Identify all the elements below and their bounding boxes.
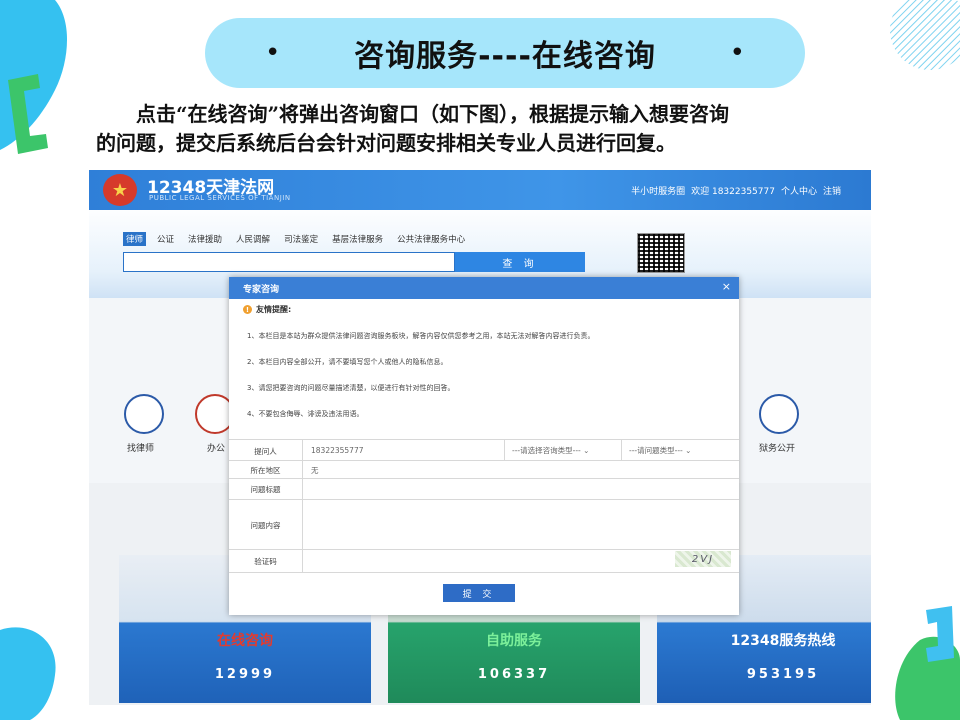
tip-4: 4、不要包含侮辱、诽谤及违法用语。 bbox=[247, 410, 364, 418]
slide-title-pill: • 咨询服务----在线咨询 • bbox=[205, 18, 805, 88]
header-link-logout[interactable]: 注销 bbox=[823, 184, 841, 197]
asker-field[interactable]: 18322355777 bbox=[311, 446, 364, 455]
tab-legal-aid[interactable]: 法律援助 bbox=[185, 232, 225, 246]
card-count: 106337 bbox=[477, 667, 551, 682]
tip-3: 3、请您把要咨询的问题尽量描述清楚，以便进行有针对性的回答。 bbox=[247, 384, 455, 392]
modal-header: 专家咨询 × bbox=[229, 277, 739, 299]
region-field[interactable]: 无 bbox=[311, 465, 319, 476]
search-tabs: 律师 公证 法律援助 人民调解 司法鉴定 基层法律服务 公共法律服务中心 bbox=[123, 232, 468, 246]
card-title: 在线咨询 bbox=[217, 633, 273, 649]
tip-2: 2、本栏目内容全部公开，请不要填写您个人或他人的隐私信息。 bbox=[247, 358, 448, 366]
tab-lawyer[interactable]: 律师 bbox=[123, 232, 147, 246]
card-title: 自助服务 bbox=[486, 633, 542, 649]
intro-text: 点击“在线咨询”将弹出咨询窗口（如下图），根据提示输入想要咨询 的问题，提交后系… bbox=[96, 100, 876, 158]
chevron-down-icon: ⌄ bbox=[583, 446, 590, 455]
content-label: 问题内容 bbox=[250, 521, 281, 530]
consult-type-select[interactable]: ---请选择咨询类型--- ⌄ bbox=[512, 445, 589, 456]
title-bullet-left: • bbox=[265, 38, 281, 68]
slide-title: 咨询服务----在线咨询 bbox=[354, 39, 656, 74]
submit-button[interactable]: 提 交 bbox=[443, 584, 515, 602]
tab-grassroots[interactable]: 基层法律服务 bbox=[329, 232, 386, 246]
search-button[interactable]: 查 询 bbox=[455, 252, 585, 272]
tab-mediation[interactable]: 人民调解 bbox=[233, 232, 273, 246]
question-type-value: ---请问题类型--- bbox=[629, 446, 683, 455]
header-link-welcome: 欢迎 18322355777 bbox=[691, 187, 775, 197]
asker-label: 提问人 bbox=[254, 447, 277, 456]
title-bullet-right: • bbox=[729, 38, 745, 68]
form-row-region: 所在地区 无 bbox=[229, 460, 739, 479]
consult-modal: 专家咨询 × ! 友情提醒: 1、本栏目是本站为群众提供法律问题咨询服务板块，解… bbox=[229, 277, 739, 615]
modal-title: 专家咨询 bbox=[243, 285, 280, 295]
consult-type-value: ---请选择咨询类型--- bbox=[512, 446, 581, 455]
subject-label: 问题标题 bbox=[250, 485, 281, 494]
tab-service-center[interactable]: 公共法律服务中心 bbox=[394, 232, 468, 246]
card-count: 12999 bbox=[214, 667, 276, 682]
tab-forensic[interactable]: 司法鉴定 bbox=[281, 232, 321, 246]
content-textarea[interactable] bbox=[303, 500, 739, 550]
chevron-down-icon: ⌄ bbox=[685, 446, 692, 455]
close-icon[interactable]: × bbox=[722, 280, 731, 293]
warning-icon: ! bbox=[243, 305, 252, 314]
intro-line-1: 点击“在线咨询”将弹出咨询窗口（如下图），根据提示输入想要咨询 bbox=[136, 102, 730, 126]
prison-affairs-icon[interactable] bbox=[759, 394, 799, 434]
decor-bottom-left bbox=[0, 627, 56, 720]
decor-bottom-right bbox=[895, 606, 960, 720]
header-links: 半小时服务圈 欢迎 18322355777 个人中心 注销 bbox=[631, 184, 841, 197]
search-input[interactable] bbox=[123, 252, 455, 272]
card-count: 953195 bbox=[746, 667, 820, 682]
subject-input[interactable] bbox=[303, 479, 739, 500]
form-row-content: 问题内容 bbox=[229, 499, 739, 550]
decor-bracket-left bbox=[8, 74, 48, 154]
header-link-service-circle[interactable]: 半小时服务圈 bbox=[631, 184, 685, 197]
form-row-captcha: 验证码 bbox=[229, 549, 739, 573]
site-header: ★ 12348天津法网 PUBLIC LEGAL SERVICES OF TIA… bbox=[89, 170, 871, 210]
qr-code-icon bbox=[637, 233, 685, 273]
tip-1: 1、本栏目是本站为群众提供法律问题咨询服务板块，解答内容仅供您参考之用，本站无法… bbox=[247, 332, 595, 340]
tab-notary[interactable]: 公证 bbox=[154, 232, 177, 246]
emblem-icon: ★ bbox=[103, 174, 137, 206]
header-link-user-center[interactable]: 个人中心 bbox=[781, 184, 817, 197]
form-row-asker: 提问人 18322355777 ---请选择咨询类型--- ⌄ ---请问题类型… bbox=[229, 439, 739, 461]
site-subtitle: PUBLIC LEGAL SERVICES OF TIANJIN bbox=[149, 194, 291, 202]
tips-title: 友情提醒: bbox=[256, 305, 292, 314]
form-row-subject: 问题标题 bbox=[229, 478, 739, 500]
captcha-input[interactable] bbox=[303, 550, 663, 572]
intro-line-2: 的问题，提交后系统后台会针对问题安排相关专业人员进行回复。 bbox=[96, 131, 676, 155]
captcha-label: 验证码 bbox=[254, 557, 277, 566]
website-screenshot: ★ 12348天津法网 PUBLIC LEGAL SERVICES OF TIA… bbox=[89, 170, 871, 705]
region-label: 所在地区 bbox=[250, 466, 281, 475]
card-title: 12348服务热线 bbox=[730, 633, 836, 649]
lawyer-badge-icon[interactable] bbox=[124, 394, 164, 434]
tips-heading: ! 友情提醒: bbox=[243, 304, 291, 315]
question-type-select[interactable]: ---请问题类型--- ⌄ bbox=[629, 445, 691, 456]
service-find-lawyer[interactable]: 找律师 bbox=[127, 441, 154, 454]
captcha-image[interactable]: 2VJ bbox=[675, 551, 731, 567]
decor-top-right bbox=[890, 0, 960, 70]
service-prison-affairs[interactable]: 狱务公开 bbox=[759, 441, 795, 454]
service-office[interactable]: 办公 bbox=[207, 441, 225, 454]
